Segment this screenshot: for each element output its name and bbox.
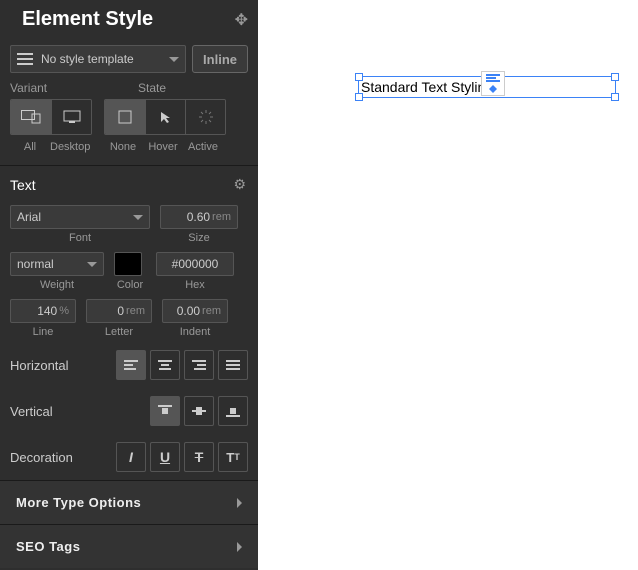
panel-header: Element Style ✥	[0, 0, 258, 41]
weight-label: Weight	[10, 279, 104, 291]
resize-handle-bl[interactable]	[355, 93, 363, 101]
size-label: Size	[160, 232, 238, 244]
seo-tags-title: SEO Tags	[16, 539, 80, 554]
color-label: Color	[114, 279, 146, 291]
more-type-title: More Type Options	[16, 495, 141, 510]
valign-middle-button[interactable]	[184, 396, 214, 426]
font-value: Arial	[17, 210, 41, 224]
chevron-down-icon	[169, 57, 179, 62]
chevron-down-icon	[133, 215, 143, 220]
align-left-button[interactable]	[116, 350, 146, 380]
style-sidebar: Element Style ✥ No style template Inline…	[0, 0, 258, 570]
canvas-area[interactable]: Standard Text Styling	[258, 0, 638, 570]
hex-value: #000000	[172, 257, 219, 271]
vertical-label: Vertical	[10, 404, 140, 419]
more-type-options-accordion[interactable]: More Type Options	[0, 480, 258, 524]
hamburger-icon	[17, 53, 33, 65]
variant-all-label: All	[10, 141, 50, 153]
state-hover-label: Hover	[143, 141, 183, 153]
style-template-value: No style template	[41, 52, 161, 66]
weight-value: normal	[17, 257, 54, 271]
variant-desktop-button[interactable]	[51, 100, 91, 134]
align-right-button[interactable]	[184, 350, 214, 380]
underline-button[interactable]: U	[150, 442, 180, 472]
valign-bottom-button[interactable]	[218, 396, 248, 426]
state-label: State	[138, 81, 166, 95]
letter-input[interactable]: 0 rem	[86, 299, 152, 323]
hex-input[interactable]: #000000	[156, 252, 234, 276]
resize-handle-tr[interactable]	[611, 73, 619, 81]
resize-handle-tl[interactable]	[355, 73, 363, 81]
state-none-button[interactable]	[105, 100, 145, 134]
italic-button[interactable]: I	[116, 442, 146, 472]
panel-title: Element Style	[22, 8, 153, 31]
line-value: 140	[37, 304, 57, 318]
decoration-label: Decoration	[10, 450, 106, 465]
state-active-label: Active	[183, 141, 223, 153]
text-section-title: Text	[10, 177, 36, 193]
text-section-header: Text ⚙	[0, 165, 258, 201]
chevron-down-icon	[87, 262, 97, 267]
element-toolbar[interactable]	[481, 71, 505, 96]
style-template-select[interactable]: No style template	[10, 45, 186, 73]
weight-select[interactable]: normal	[10, 252, 104, 276]
line-input[interactable]: 140 %	[10, 299, 76, 323]
size-input[interactable]: 0.60 rem	[160, 205, 238, 229]
seo-tags-accordion[interactable]: SEO Tags	[0, 524, 258, 568]
color-swatch[interactable]	[114, 252, 142, 276]
state-group	[104, 99, 226, 135]
variant-label: Variant	[10, 81, 118, 95]
variant-group	[10, 99, 92, 135]
align-justify-button[interactable]	[218, 350, 248, 380]
hex-label: Hex	[156, 279, 234, 291]
arrow-down-icon	[489, 89, 497, 93]
indent-label: Indent	[162, 326, 228, 338]
indent-value: 0.00	[177, 304, 200, 318]
move-icon[interactable]: ✥	[235, 10, 248, 30]
indent-input[interactable]: 0.00 rem	[162, 299, 228, 323]
letter-value: 0	[117, 304, 124, 318]
font-label: Font	[10, 232, 150, 244]
variant-all-button[interactable]	[11, 100, 51, 134]
state-active-button[interactable]	[185, 100, 225, 134]
state-hover-button[interactable]	[145, 100, 185, 134]
selected-text-element[interactable]: Standard Text Styling	[358, 76, 616, 98]
state-none-label: None	[103, 141, 143, 153]
indent-unit: rem	[202, 305, 221, 317]
element-text: Standard Text Styling	[361, 79, 493, 95]
inline-button[interactable]: Inline	[192, 45, 248, 73]
gear-icon[interactable]: ⚙	[233, 176, 246, 193]
smallcaps-button[interactable]: TT	[218, 442, 248, 472]
font-select[interactable]: Arial	[10, 205, 150, 229]
variant-desktop-label: Desktop	[50, 141, 90, 153]
line-label: Line	[10, 326, 76, 338]
valign-top-button[interactable]	[150, 396, 180, 426]
align-icon	[486, 74, 500, 82]
align-center-button[interactable]	[150, 350, 180, 380]
chevron-right-icon	[237, 542, 242, 552]
chevron-right-icon	[237, 498, 242, 508]
size-value: 0.60	[187, 210, 210, 224]
size-unit: rem	[212, 211, 231, 223]
line-unit: %	[59, 305, 69, 317]
letter-unit: rem	[126, 305, 145, 317]
horizontal-label: Horizontal	[10, 358, 106, 373]
strikethrough-button[interactable]: T	[184, 442, 214, 472]
letter-label: Letter	[86, 326, 152, 338]
resize-handle-br[interactable]	[611, 93, 619, 101]
